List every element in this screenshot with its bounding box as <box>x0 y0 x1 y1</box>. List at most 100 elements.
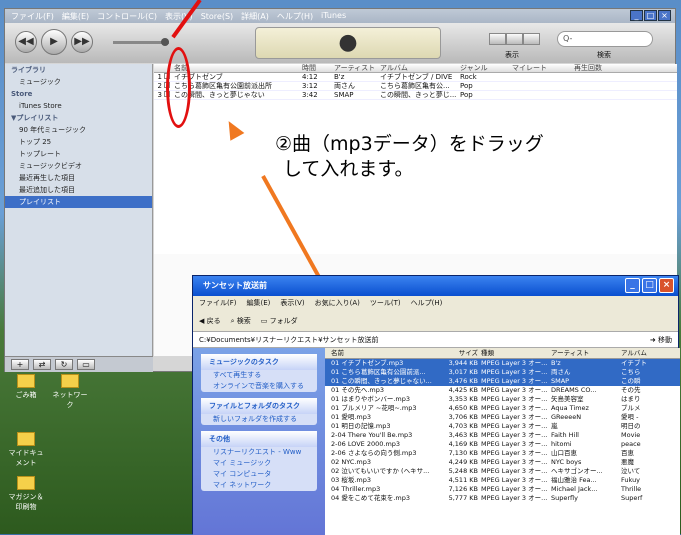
shuffle-button[interactable]: ⇄ <box>33 359 51 370</box>
desktop-icon-magazine[interactable]: マガジン＆印刷物 <box>6 476 46 512</box>
file-row[interactable]: 03 桜坂.mp3 4,511 KB MPEG Layer 3 オー... 福山雅治 … <box>325 476 680 485</box>
file-row[interactable]: 01 イチブトゼンブ.mp3 3,944 KB MPEG Layer 3 オー...… <box>325 359 680 368</box>
sidebar-item-music[interactable]: ミュージック <box>5 76 152 88</box>
col-name[interactable]: 名前 <box>325 348 443 358</box>
menu-file[interactable]: ファイル(F) <box>199 296 237 310</box>
menu-help[interactable]: ヘルプ(H) <box>411 296 443 310</box>
col-type[interactable]: 種類 <box>481 348 551 358</box>
folder-icon <box>17 432 35 446</box>
col-album[interactable]: アルバム <box>380 64 460 72</box>
menu-help[interactable]: ヘルプ(H) <box>277 11 313 22</box>
maximize-button[interactable]: □ <box>644 10 657 21</box>
menu-control[interactable]: コントロール(C) <box>97 11 157 22</box>
col-album[interactable]: アルバム <box>621 348 677 358</box>
add-playlist-button[interactable]: + <box>11 359 29 370</box>
sidebar-item-itunes-store[interactable]: iTunes Store <box>5 100 152 112</box>
close-button[interactable]: × <box>659 278 674 293</box>
file-type: MPEG Layer 3 オー... <box>481 386 548 394</box>
desktop-icon-recycle[interactable]: ごみ箱 <box>6 374 46 400</box>
col-artist[interactable]: アーティスト <box>551 348 621 358</box>
volume-slider[interactable] <box>113 38 169 46</box>
sidebar-playlist-header[interactable]: ▼プレイリスト <box>5 112 152 124</box>
sidebar-item-recently-added[interactable]: 最近追加した項目 <box>5 184 152 196</box>
menu-advanced[interactable]: 詳細(A) <box>241 11 269 22</box>
file-row[interactable]: 04 Thriller.mp3 7,126 KB MPEG Layer 3 オー..… <box>325 485 680 494</box>
place-my-computer[interactable]: マイ コンピュータ <box>201 469 317 480</box>
other-places-title[interactable]: その他 <box>201 431 317 447</box>
col-time[interactable]: 時間 <box>302 64 334 72</box>
back-button[interactable]: ◀ 戻る <box>199 310 221 331</box>
place-my-network[interactable]: マイ ネットワーク <box>201 480 317 491</box>
place-requests[interactable]: リスナーリクエスト - Www <box>201 447 317 458</box>
file-row[interactable]: 01 はまりやボンバー.mp3 3,353 KB MPEG Layer 3 オー..… <box>325 395 680 404</box>
table-row[interactable]: 2 こちら葛飾区亀有公園前派出所 3:12 両さん こちら葛飾区亀有公... P… <box>154 82 677 91</box>
file-row[interactable]: 04 愛をこめて花束を.mp3 5,777 KB MPEG Layer 3 オー..… <box>325 494 680 503</box>
close-button[interactable]: × <box>658 10 671 21</box>
address-bar[interactable]: C:¥Documents¥リスナーリクエスト¥サンセット放送前 ➜ 移動 <box>193 332 678 348</box>
sidebar-item-music-video[interactable]: ミュージックビデオ <box>5 160 152 172</box>
music-tasks-title[interactable]: ミュージックのタスク <box>201 354 317 370</box>
file-row[interactable]: 2-06 LOVE 2000.mp3 4,169 KB MPEG Layer 3 オ… <box>325 440 680 449</box>
sidebar-item-recently-played[interactable]: 最近再生した項目 <box>5 172 152 184</box>
menu-store[interactable]: Store(S) <box>201 12 233 21</box>
desktop-icon-network[interactable]: ネットワーク <box>50 374 90 410</box>
sidebar-item-playlist[interactable]: プレイリスト <box>5 196 152 208</box>
sidebar-item-top25[interactable]: トップ 25 <box>5 136 152 148</box>
col-genre[interactable]: ジャンル <box>460 64 512 72</box>
file-tasks-title[interactable]: ファイルとフォルダのタスク <box>201 398 317 414</box>
minimize-button[interactable]: _ <box>630 10 643 21</box>
artwork-button[interactable]: ▭ <box>77 359 95 370</box>
file-row[interactable]: 01 その先へ.mp3 4,425 KB MPEG Layer 3 オー... DRE… <box>325 386 680 395</box>
place-my-music[interactable]: マイ ミュージック <box>201 458 317 469</box>
file-size: 3,017 KB <box>448 368 478 376</box>
table-row[interactable]: 3 この瞬間、きっと夢じゃない 3:42 SMAP この瞬間、きっと夢じ... … <box>154 91 677 100</box>
menu-file[interactable]: ファイル(F) <box>11 11 54 22</box>
col-artist[interactable]: アーティスト <box>334 64 380 72</box>
folders-button[interactable]: ▭ フォルダ <box>261 310 298 331</box>
file-album: Thrille <box>621 485 642 493</box>
file-row[interactable]: 01 愛唄.mp3 3,706 KB MPEG Layer 3 オー... GReee… <box>325 413 680 422</box>
col-size[interactable]: サイズ <box>443 348 481 358</box>
search-input[interactable]: Q- <box>557 31 653 47</box>
file-name: 2-06 LOVE 2000.mp3 <box>331 440 401 448</box>
file-row[interactable]: 01 この瞬間、きっと夢じゃない... 3,476 KB MPEG Layer 3 … <box>325 377 680 386</box>
menu-favorites[interactable]: お気に入り(A) <box>315 296 360 310</box>
repeat-button[interactable]: ↻ <box>55 359 73 370</box>
file-row[interactable]: 02 NYC.mp3 4,249 KB MPEG Layer 3 オー... NYC … <box>325 458 680 467</box>
file-row[interactable]: 01 ブルメリア ~花唄~.mp3 4,650 KB MPEG Layer 3 オー… <box>325 404 680 413</box>
go-button[interactable]: ➜ 移動 <box>650 332 672 348</box>
table-row[interactable]: 1 イチブトゼンブ 4:12 B'z イチブトゼンブ / DIVE Rock <box>154 73 677 82</box>
file-row[interactable]: 02 泣いてもいいですか (ヘキサ... 5,248 KB MPEG Layer 3… <box>325 467 680 476</box>
search-button[interactable]: ⌕ 検索 <box>231 310 251 331</box>
play-icon[interactable]: ▶ <box>41 29 67 55</box>
col-rating[interactable]: マイレート <box>512 64 574 72</box>
file-row[interactable]: 01 こちら葛飾区亀有公園前派... 3,017 KB MPEG Layer 3 オ… <box>325 368 680 377</box>
track-time: 3:12 <box>302 82 318 90</box>
file-row[interactable]: 2-06 さよならの向う側.mp3 7,130 KB MPEG Layer 3 オー… <box>325 449 680 458</box>
menu-tools[interactable]: ツール(T) <box>370 296 401 310</box>
file-row[interactable]: 2-04 There You'll Be.mp3 3,463 KB MPEG Lay… <box>325 431 680 440</box>
view-buttons[interactable] <box>489 33 540 45</box>
col-playcount[interactable]: 再生回数 <box>574 64 638 72</box>
previous-icon[interactable]: ◀◀ <box>15 31 37 53</box>
sidebar-item-top-rated[interactable]: トップレート <box>5 148 152 160</box>
sidebar-item-90s[interactable]: 90 年代ミュージック <box>5 124 152 136</box>
menu-view[interactable]: 表示(V) <box>280 296 304 310</box>
menu-edit[interactable]: 編集(E) <box>247 296 271 310</box>
file-artist: Superfly <box>551 494 578 502</box>
file-size: 4,425 KB <box>448 386 478 394</box>
menu-edit[interactable]: 編集(E) <box>62 11 89 22</box>
task-new-folder[interactable]: 新しいフォルダを作成する <box>201 414 317 425</box>
task-buy-music[interactable]: オンラインで音楽を購入する <box>201 381 317 392</box>
explorer-titlebar[interactable]: サンセット放送前 _ □ × <box>193 276 678 296</box>
next-icon[interactable]: ▶▶ <box>71 31 93 53</box>
task-play-all[interactable]: すべて再生する <box>201 370 317 381</box>
minimize-button[interactable]: _ <box>625 278 640 293</box>
maximize-button[interactable]: □ <box>642 278 657 293</box>
file-type: MPEG Layer 3 オー... <box>481 467 548 475</box>
track-genre: Pop <box>460 82 473 90</box>
col-name[interactable]: 名前 <box>174 64 302 72</box>
file-artist: 福山雅治 Fea... <box>551 476 597 484</box>
desktop-icon-documents[interactable]: マイドキュメント <box>6 432 46 468</box>
file-row[interactable]: 01 明日の記憶.mp3 4,703 KB MPEG Layer 3 オー... 嵐 明… <box>325 422 680 431</box>
